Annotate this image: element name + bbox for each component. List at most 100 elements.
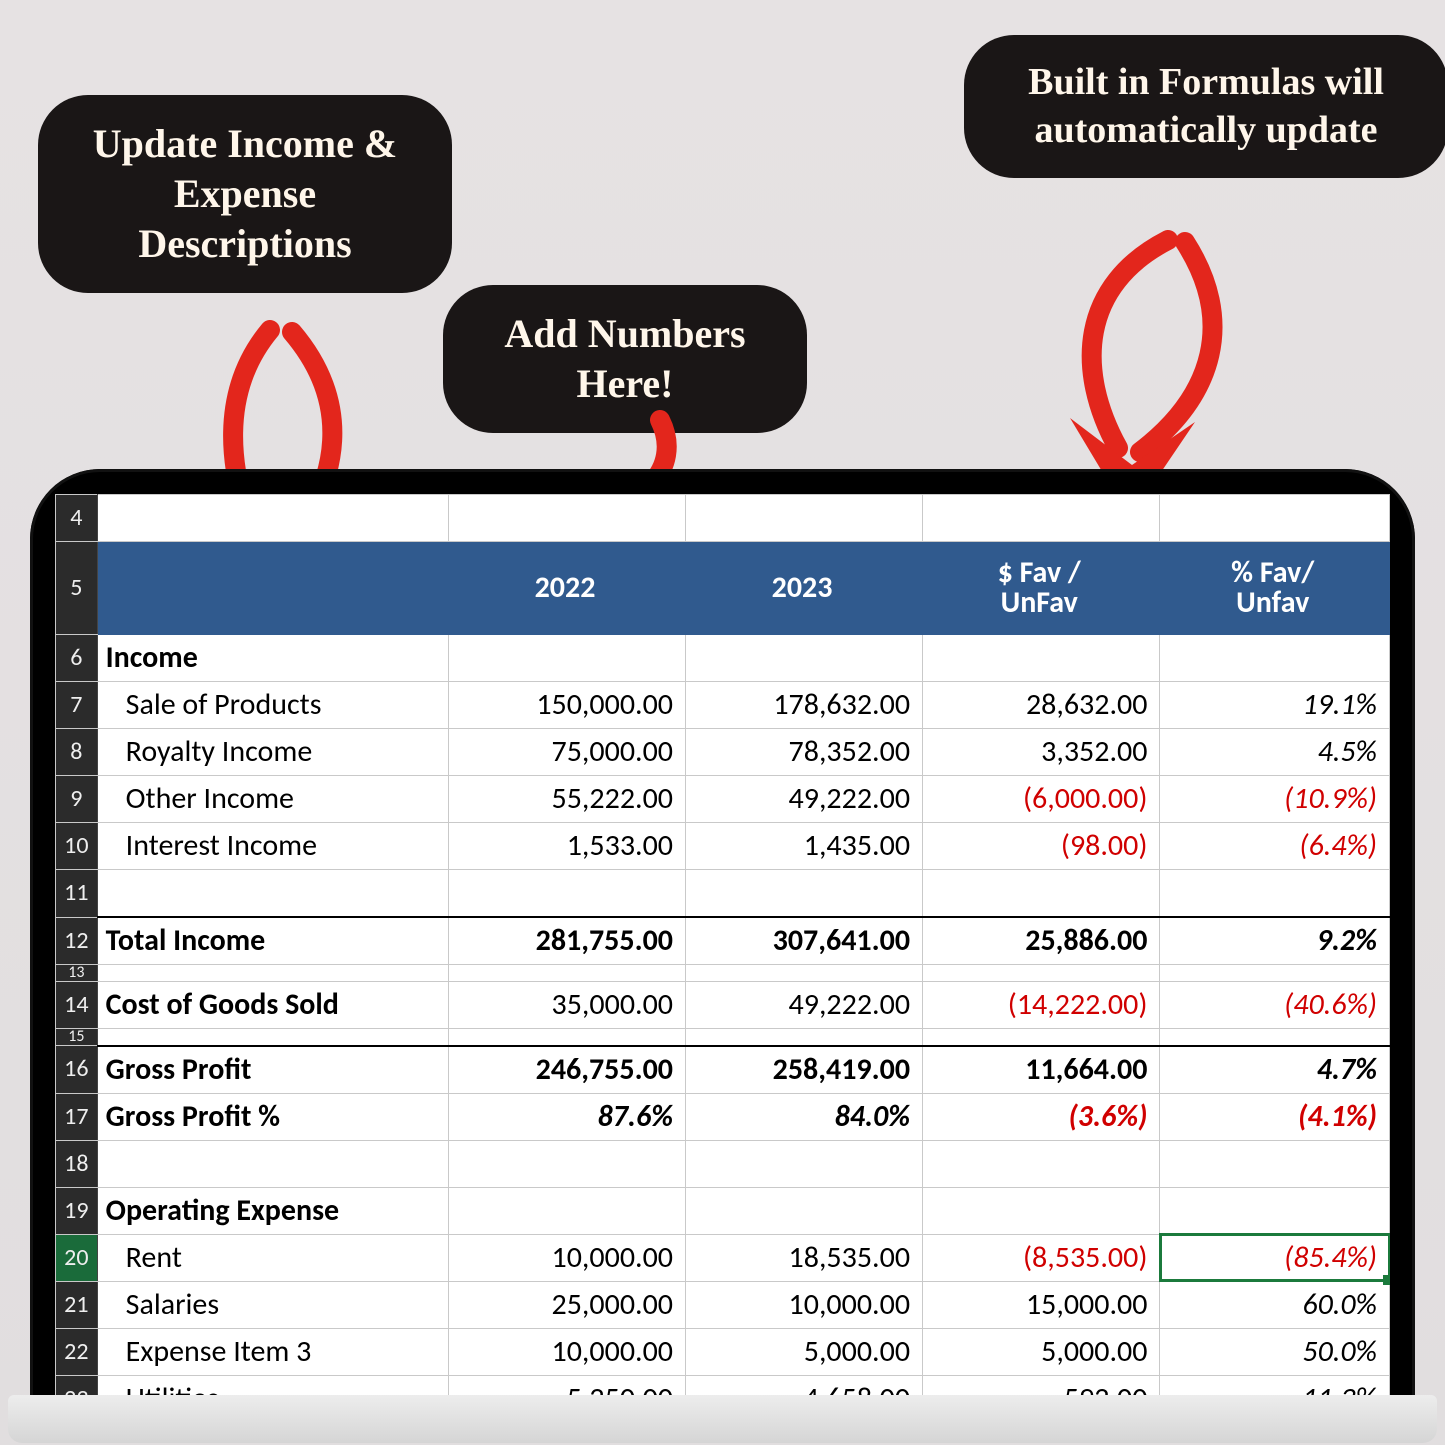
- cell[interactable]: 5,000.00: [923, 1328, 1160, 1375]
- cell[interactable]: 4.7%: [1160, 1046, 1390, 1094]
- cell[interactable]: [686, 870, 923, 918]
- cell[interactable]: [449, 1029, 686, 1046]
- row-number[interactable]: 21: [56, 1281, 98, 1328]
- cell[interactable]: (40.6%): [1160, 982, 1390, 1029]
- cell[interactable]: 49,222.00: [686, 776, 923, 823]
- cell[interactable]: 75,000.00: [449, 729, 686, 776]
- cell[interactable]: [923, 635, 1160, 682]
- cell[interactable]: 15,000.00: [923, 1281, 1160, 1328]
- header-year-2[interactable]: 2023: [686, 542, 923, 635]
- cell[interactable]: 10,000.00: [686, 1281, 923, 1328]
- cell[interactable]: 10,000.00: [449, 1328, 686, 1375]
- row-number[interactable]: 18: [56, 1140, 98, 1187]
- cell[interactable]: [686, 965, 923, 982]
- cell[interactable]: (4.1%): [1160, 1093, 1390, 1140]
- cell[interactable]: [923, 495, 1160, 542]
- cell[interactable]: [449, 635, 686, 682]
- header-fav-dollar[interactable]: $ Fav / UnFav: [923, 542, 1160, 635]
- cell[interactable]: [686, 1187, 923, 1234]
- cell[interactable]: (6.4%): [1160, 823, 1390, 870]
- cell[interactable]: 28,632.00: [923, 682, 1160, 729]
- cell[interactable]: 60.0%: [1160, 1281, 1390, 1328]
- cell-desc[interactable]: Expense Item 3: [97, 1328, 448, 1375]
- cell[interactable]: [1160, 1187, 1390, 1234]
- cell[interactable]: (10.9%): [1160, 776, 1390, 823]
- cell-desc[interactable]: Interest Income: [97, 823, 448, 870]
- cell-desc[interactable]: Sale of Products: [97, 682, 448, 729]
- cell[interactable]: [1160, 1140, 1390, 1187]
- cell[interactable]: (14,222.00): [923, 982, 1160, 1029]
- header-fav-pct[interactable]: % Fav/ Unfav: [1160, 542, 1390, 635]
- cell[interactable]: [449, 495, 686, 542]
- cell[interactable]: [686, 495, 923, 542]
- cell[interactable]: [97, 870, 448, 918]
- row-number[interactable]: 13: [56, 965, 98, 982]
- header-year-1[interactable]: 2022: [449, 542, 686, 635]
- row-number[interactable]: 11: [56, 870, 98, 918]
- cell[interactable]: 3,352.00: [923, 729, 1160, 776]
- cell[interactable]: [449, 965, 686, 982]
- cell[interactable]: [97, 965, 448, 982]
- cell[interactable]: [923, 1029, 1160, 1046]
- row-number[interactable]: 8: [56, 729, 98, 776]
- cell[interactable]: (8,535.00): [923, 1234, 1160, 1281]
- cell[interactable]: 281,755.00: [449, 917, 686, 965]
- row-number[interactable]: 5: [56, 542, 98, 635]
- cell[interactable]: 49,222.00: [686, 982, 923, 1029]
- cell-desc[interactable]: Rent: [97, 1234, 448, 1281]
- header-blank[interactable]: [97, 542, 448, 635]
- cell[interactable]: [1160, 635, 1390, 682]
- cell[interactable]: [686, 1140, 923, 1187]
- cell[interactable]: 87.6%: [449, 1093, 686, 1140]
- row-number[interactable]: 7: [56, 682, 98, 729]
- cell[interactable]: 25,886.00: [923, 917, 1160, 965]
- row-number[interactable]: 14: [56, 982, 98, 1029]
- row-number[interactable]: 20: [56, 1234, 98, 1281]
- cell[interactable]: [923, 1140, 1160, 1187]
- cell[interactable]: 84.0%: [686, 1093, 923, 1140]
- cell[interactable]: 10,000.00: [449, 1234, 686, 1281]
- cell[interactable]: [449, 1187, 686, 1234]
- cell[interactable]: [923, 870, 1160, 918]
- cell-desc[interactable]: Salaries: [97, 1281, 448, 1328]
- cell[interactable]: [1160, 495, 1390, 542]
- cell[interactable]: 5,000.00: [686, 1328, 923, 1375]
- row-number[interactable]: 22: [56, 1328, 98, 1375]
- cell[interactable]: 150,000.00: [449, 682, 686, 729]
- cell[interactable]: 1,533.00: [449, 823, 686, 870]
- cell[interactable]: (6,000.00): [923, 776, 1160, 823]
- cell[interactable]: [449, 1140, 686, 1187]
- cell-section-header[interactable]: Operating Expense: [97, 1187, 448, 1234]
- cell[interactable]: [1160, 965, 1390, 982]
- cell-section-header[interactable]: Income: [97, 635, 448, 682]
- cell[interactable]: [449, 870, 686, 918]
- cell[interactable]: 25,000.00: [449, 1281, 686, 1328]
- cell[interactable]: 1,435.00: [686, 823, 923, 870]
- cell[interactable]: 258,419.00: [686, 1046, 923, 1094]
- cell-desc[interactable]: Royalty Income: [97, 729, 448, 776]
- row-number[interactable]: 15: [56, 1029, 98, 1046]
- cell[interactable]: [97, 1140, 448, 1187]
- cell[interactable]: 246,755.00: [449, 1046, 686, 1094]
- cell[interactable]: 178,632.00: [686, 682, 923, 729]
- cell[interactable]: 18,535.00: [686, 1234, 923, 1281]
- cell[interactable]: 9.2%: [1160, 917, 1390, 965]
- cell-desc[interactable]: Other Income: [97, 776, 448, 823]
- cell[interactable]: 78,352.00: [686, 729, 923, 776]
- cell[interactable]: 35,000.00: [449, 982, 686, 1029]
- cell[interactable]: (98.00): [923, 823, 1160, 870]
- row-number[interactable]: 4: [56, 495, 98, 542]
- cell[interactable]: 11,664.00: [923, 1046, 1160, 1094]
- cell[interactable]: 55,222.00: [449, 776, 686, 823]
- cell[interactable]: [97, 495, 448, 542]
- cell[interactable]: 19.1%: [1160, 682, 1390, 729]
- cell-desc[interactable]: Gross Profit: [97, 1046, 448, 1094]
- row-number[interactable]: 17: [56, 1093, 98, 1140]
- cell[interactable]: [923, 965, 1160, 982]
- row-number[interactable]: 9: [56, 776, 98, 823]
- cell[interactable]: [1160, 1029, 1390, 1046]
- cell[interactable]: (3.6%): [923, 1093, 1160, 1140]
- row-number[interactable]: 12: [56, 917, 98, 965]
- cell[interactable]: 307,641.00: [686, 917, 923, 965]
- cell-desc[interactable]: Total Income: [97, 917, 448, 965]
